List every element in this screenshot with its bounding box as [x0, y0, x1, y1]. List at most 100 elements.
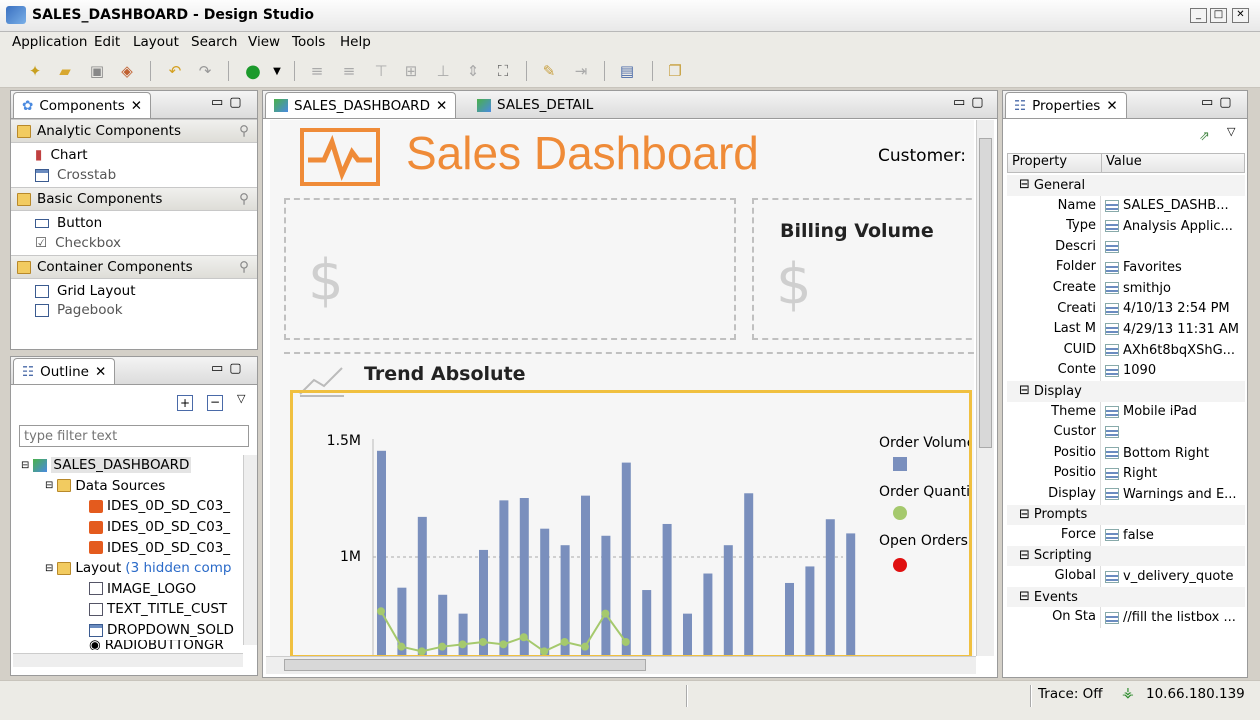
property-value[interactable]: Bottom Right [1123, 446, 1209, 461]
save-icon[interactable]: ▣ [86, 60, 108, 82]
filter-input[interactable] [19, 425, 249, 447]
category-toggle-icon[interactable]: ⊟ [1007, 546, 1034, 567]
close-icon[interactable]: ✕ [436, 98, 447, 114]
property-row[interactable]: Folder Favorites [1007, 257, 1245, 278]
tab-sales-detail[interactable]: SALES_DETAIL [469, 92, 601, 118]
minimize-button[interactable]: _ [1190, 8, 1207, 23]
pin-to-selection-icon[interactable]: ⇗ [1199, 129, 1210, 144]
fit-icon[interactable]: ⛶ [492, 60, 514, 82]
dashboard-title[interactable]: Sales Dashboard [406, 126, 759, 180]
property-category[interactable]: ⊟ General [1007, 175, 1245, 196]
palette-item-crosstab[interactable]: Crosstab [11, 167, 257, 183]
property-row[interactable]: Positio Right [1007, 463, 1245, 484]
close-icon[interactable]: ✕ [131, 98, 142, 114]
property-row[interactable]: Name SALES_DASHB... [1007, 195, 1245, 217]
menu-layout[interactable]: Layout [133, 34, 179, 50]
property-value[interactable]: smithjo [1123, 281, 1171, 296]
collapse-icon[interactable]: ⊟ [45, 480, 53, 491]
align-center-icon[interactable]: ≡ [338, 60, 360, 82]
property-row[interactable]: Positio Bottom Right [1007, 442, 1245, 464]
property-category[interactable]: ⊟ Events [1007, 586, 1245, 608]
close-icon[interactable]: ✕ [1106, 98, 1117, 114]
property-category[interactable]: ⊟ Display [1007, 380, 1245, 402]
property-column-header[interactable]: Property [1008, 154, 1102, 172]
export-icon[interactable]: ⇥ [570, 60, 592, 82]
property-value[interactable]: 4/29/13 11:31 AM [1123, 322, 1239, 337]
palette-item-grid-layout[interactable]: Grid Layout [11, 279, 257, 303]
collapse-icon[interactable]: ⊟ [21, 460, 29, 471]
menu-view[interactable]: View [248, 34, 280, 50]
align-top-icon[interactable]: ⊤ [370, 60, 392, 82]
tree-datasource-1[interactable]: IDES_0D_SD_C03_ [21, 496, 243, 517]
minimize-maximize-icon[interactable]: ▭▢ [953, 95, 990, 110]
palette-item-pagebook[interactable]: Pagebook [11, 303, 257, 317]
palette-item-button[interactable]: Button [11, 211, 257, 235]
outline-vscrollbar[interactable] [243, 455, 257, 645]
editor-hscrollbar[interactable] [266, 656, 976, 674]
tree-radiobutton[interactable]: ◉ RADIOBUTTONGR [21, 640, 243, 650]
new-icon[interactable]: ✦ [24, 60, 46, 82]
property-value[interactable]: Favorites [1123, 260, 1182, 275]
group-basic-components[interactable]: Basic Components ⚲ [11, 187, 257, 211]
property-row[interactable]: Global v_delivery_quote [1007, 566, 1245, 587]
property-category[interactable]: ⊟ Prompts [1007, 504, 1245, 526]
property-value[interactable]: Analysis Applic... [1123, 219, 1233, 234]
trace-status[interactable]: Trace: Off [1038, 686, 1103, 702]
palette-item-chart[interactable]: ▮ Chart [11, 143, 257, 167]
menu-edit[interactable]: Edit [94, 34, 120, 50]
outline-hscrollbar[interactable] [13, 653, 243, 667]
align-left-icon[interactable]: ≡ [306, 60, 328, 82]
minimize-maximize-icon[interactable]: ▭▢ [211, 95, 248, 110]
save-all-icon[interactable]: ◈ [116, 60, 138, 82]
tree-layout[interactable]: ⊟ Layout (3 hidden comp [21, 558, 243, 579]
tree-text-title[interactable]: TEXT_TITLE_CUST [21, 599, 243, 620]
group-analytic-components[interactable]: Analytic Components ⚲ [11, 119, 257, 143]
minimize-maximize-icon[interactable]: ▭▢ [211, 361, 248, 376]
tree-datasource-2[interactable]: IDES_0D_SD_C03_ [21, 517, 243, 538]
align-middle-icon[interactable]: ⊞ [400, 60, 422, 82]
scroll-thumb[interactable] [979, 138, 992, 448]
property-row[interactable]: Creati 4/10/13 2:54 PM [1007, 298, 1245, 320]
pin-icon[interactable]: ⚲ [239, 259, 249, 275]
property-value[interactable]: v_delivery_quote [1123, 569, 1233, 584]
kpi-panel-billing[interactable]: Billing Volume $ [752, 198, 974, 340]
property-row[interactable]: Display Warnings and E... [1007, 483, 1245, 505]
collapse-icon[interactable]: ⊟ [45, 563, 53, 574]
palette-item-checkbox[interactable]: ☑ Checkbox [11, 235, 257, 251]
kpi-panel-left[interactable]: $ [284, 198, 736, 340]
undo-icon[interactable]: ↶ [164, 60, 186, 82]
collapse-all-icon[interactable]: − [207, 395, 223, 411]
logo-image[interactable] [300, 128, 380, 186]
chart-component[interactable]: 1.5M 1M Order Volume Order Quantit Open … [290, 390, 974, 656]
editor-vscrollbar[interactable] [976, 120, 994, 656]
tab-properties[interactable]: ☷ Properties ✕ [1005, 92, 1127, 118]
tree-datasource-3[interactable]: IDES_0D_SD_C03_ [21, 537, 243, 558]
property-value[interactable]: Warnings and E... [1123, 487, 1237, 502]
property-row[interactable]: Custor [1007, 422, 1245, 443]
tree-dropdown[interactable]: DROPDOWN_SOLD [21, 620, 243, 641]
menu-application[interactable]: Application [12, 34, 87, 50]
distribute-icon[interactable]: ⇕ [462, 60, 484, 82]
menu-tools[interactable]: Tools [292, 34, 325, 50]
align-bottom-icon[interactable]: ⊥ [432, 60, 454, 82]
tab-components[interactable]: ✿ Components ✕ [13, 92, 152, 118]
property-value[interactable]: false [1123, 528, 1154, 543]
tab-outline[interactable]: ☷ Outline ✕ [13, 358, 116, 384]
property-row[interactable]: CUID AXh6t8bqXShG... [1007, 339, 1245, 361]
open-folder-icon[interactable]: ▰ [54, 60, 76, 82]
property-value[interactable]: 4/10/13 2:54 PM [1123, 301, 1230, 316]
menu-search[interactable]: Search [191, 34, 237, 50]
pin-icon[interactable]: ⚲ [239, 191, 249, 207]
maximize-button[interactable]: □ [1210, 8, 1227, 23]
value-column-header[interactable]: Value [1102, 154, 1142, 172]
property-value[interactable]: AXh6t8bqXShG... [1123, 343, 1235, 358]
property-value[interactable]: Mobile iPad [1123, 404, 1197, 419]
brush-icon[interactable]: ✎ [538, 60, 560, 82]
category-toggle-icon[interactable]: ⊟ [1007, 505, 1034, 526]
minimize-maximize-icon[interactable]: ▭▢ [1201, 95, 1238, 110]
property-value[interactable]: //fill the listbox ... [1123, 610, 1236, 625]
property-value[interactable]: 1090 [1123, 363, 1156, 378]
server-address[interactable]: 10.66.180.139 [1146, 686, 1245, 702]
scroll-thumb[interactable] [284, 659, 646, 671]
category-toggle-icon[interactable]: ⊟ [1007, 175, 1034, 196]
